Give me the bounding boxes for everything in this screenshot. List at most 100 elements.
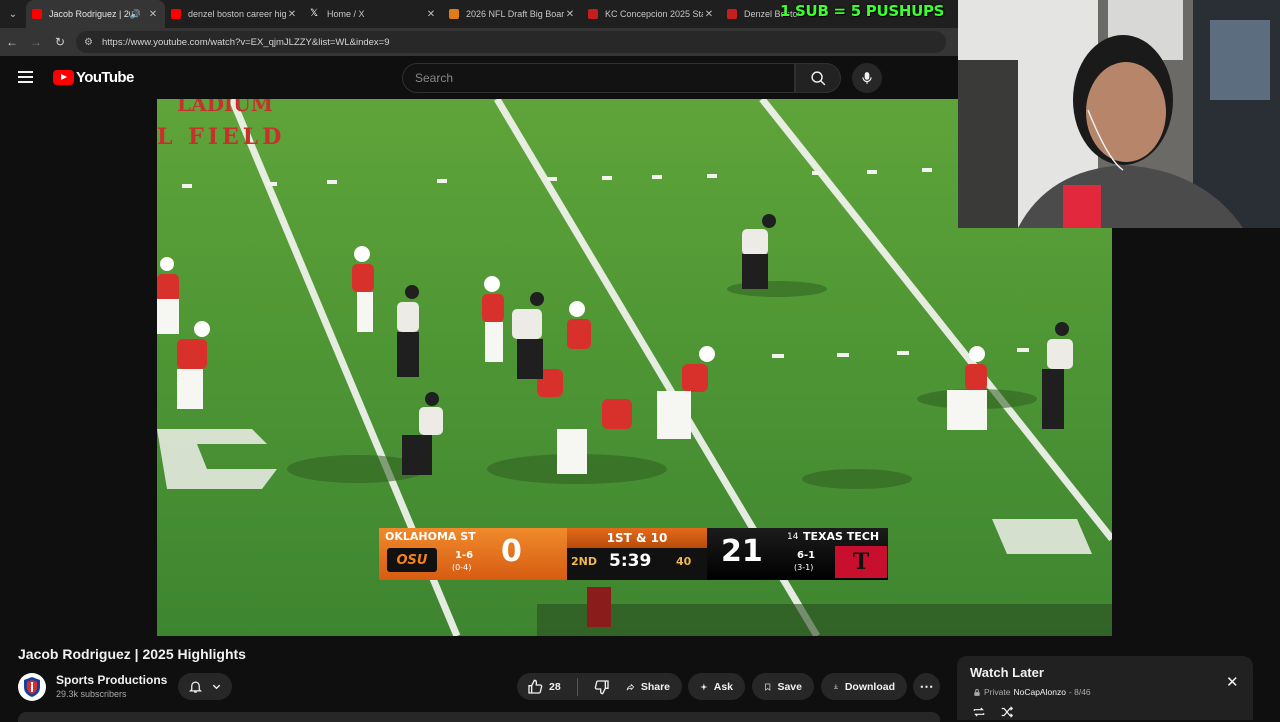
download-label: Download bbox=[844, 680, 895, 693]
tab-close-icon[interactable]: ✕ bbox=[564, 9, 576, 20]
stream-sub-banner: 1 SUB = 5 PUSHUPS bbox=[780, 2, 945, 20]
browser-tab-2[interactable]: 𝕏 Home / X ✕ bbox=[304, 0, 443, 28]
webcam-feed bbox=[958, 0, 1280, 228]
game-clock: 5:39 bbox=[609, 551, 652, 571]
away-score: 0 bbox=[501, 534, 522, 569]
draft-favicon-icon bbox=[449, 9, 459, 19]
thumbs-down-icon bbox=[594, 679, 609, 694]
home-score: 21 bbox=[721, 534, 763, 569]
search-placeholder: Search bbox=[415, 71, 454, 85]
home-conf-record: (3-1) bbox=[794, 563, 814, 572]
share-icon bbox=[626, 683, 635, 690]
like-button[interactable]: 28 bbox=[517, 673, 571, 700]
playlist-meta: Private NoCapAlonzo - 8/46 bbox=[973, 687, 1091, 697]
subscribe-notification-button[interactable] bbox=[178, 673, 232, 700]
download-button[interactable]: Download bbox=[821, 673, 907, 700]
url-field[interactable]: ⚙ https://www.youtube.com/watch?v=EX_qjm… bbox=[76, 31, 946, 53]
playlist-controls bbox=[971, 705, 1015, 719]
browser-tab-1[interactable]: denzel boston career highlights ✕ bbox=[165, 0, 304, 28]
save-label: Save bbox=[777, 680, 802, 693]
thumbs-up-icon bbox=[528, 679, 543, 694]
playlist-panel: Watch Later Private NoCapAlonzo - 8/46 ✕ bbox=[957, 656, 1253, 720]
stats-favicon-icon bbox=[588, 9, 598, 19]
like-count: 28 bbox=[549, 680, 561, 693]
microphone-icon bbox=[862, 72, 872, 84]
tab-title: Jacob Rodriguez | 2025 bbox=[49, 9, 130, 19]
texas-tech-logo: T bbox=[835, 546, 887, 578]
tab-close-icon[interactable]: ✕ bbox=[425, 9, 437, 20]
tab-title: 2026 NFL Draft Big Board bbox=[466, 9, 564, 19]
channel-avatar[interactable] bbox=[18, 673, 46, 701]
site-info-icon[interactable]: ⚙ bbox=[84, 37, 98, 48]
away-record: 1-6 bbox=[455, 550, 474, 561]
osu-logo: OSU bbox=[387, 548, 437, 572]
browser-tab-0[interactable]: Jacob Rodriguez | 2025 🔊 ✕ bbox=[26, 0, 165, 28]
browser-tab-3[interactable]: 2026 NFL Draft Big Board ✕ bbox=[443, 0, 582, 28]
forward-arrow-icon[interactable]: → bbox=[24, 28, 48, 56]
playlist-owner[interactable]: NoCapAlonzo bbox=[1013, 687, 1065, 697]
voice-search-button[interactable] bbox=[852, 63, 882, 93]
tab-close-icon[interactable]: ✕ bbox=[286, 9, 298, 20]
share-label: Share bbox=[640, 680, 670, 693]
more-actions-button[interactable]: ⋯ bbox=[913, 673, 940, 700]
search-button[interactable] bbox=[795, 63, 841, 93]
home-record: 6-1 bbox=[797, 550, 816, 561]
play-clock: 40 bbox=[676, 555, 692, 568]
ask-label: Ask bbox=[713, 680, 733, 693]
playlist-privacy: Private bbox=[984, 687, 1011, 697]
playlist-position: - 8/46 bbox=[1068, 687, 1091, 697]
home-team-name: TEXAS TECH bbox=[803, 530, 880, 543]
home-rank: 14 bbox=[787, 532, 799, 542]
chevron-down-icon bbox=[212, 684, 221, 690]
stats-favicon-icon bbox=[727, 9, 737, 19]
lock-icon bbox=[974, 688, 980, 696]
youtube-favicon-icon bbox=[32, 9, 42, 19]
sparkle-icon bbox=[700, 682, 708, 691]
like-divider bbox=[576, 677, 578, 696]
channel-subscriber-count: 29.3k subscribers bbox=[56, 689, 127, 699]
youtube-logo[interactable]: YouTube bbox=[53, 69, 134, 86]
tab-search-button[interactable]: ⌄ bbox=[0, 0, 26, 28]
ask-button[interactable]: Ask bbox=[688, 673, 745, 700]
close-icon[interactable]: ✕ bbox=[1226, 673, 1239, 691]
menu-icon[interactable] bbox=[18, 71, 33, 83]
browser-tab-4[interactable]: KC Concepcion 2025 Stats ✕ bbox=[582, 0, 721, 28]
reload-icon[interactable]: ↻ bbox=[48, 28, 72, 56]
quarter: 2ND bbox=[571, 555, 597, 568]
field-wall-text: LADIUM bbox=[177, 99, 273, 116]
description-box[interactable] bbox=[18, 712, 940, 722]
youtube-header: YouTube Search bbox=[0, 56, 958, 99]
down-distance: 1ST & 10 bbox=[567, 528, 707, 548]
tab-title: Home / X bbox=[327, 9, 365, 19]
svg-text:L FIELD: L FIELD bbox=[157, 124, 285, 150]
away-team-name: OKLAHOMA ST bbox=[385, 530, 476, 543]
playlist-title[interactable]: Watch Later bbox=[970, 665, 1044, 680]
shuffle-icon[interactable] bbox=[999, 705, 1015, 719]
url-text: https://www.youtube.com/watch?v=EX_qjmJL… bbox=[102, 36, 390, 48]
search-input[interactable]: Search bbox=[402, 63, 795, 93]
back-arrow-icon[interactable]: ← bbox=[0, 28, 24, 56]
download-icon bbox=[833, 684, 838, 689]
speaker-icon[interactable]: 🔊 bbox=[130, 9, 141, 20]
youtube-logo-text: YouTube bbox=[76, 69, 134, 86]
bookmark-icon bbox=[765, 683, 771, 691]
video-title: Jacob Rodriguez | 2025 Highlights bbox=[18, 646, 246, 662]
address-bar-row: ← → ↻ ⚙ https://www.youtube.com/watch?v=… bbox=[0, 28, 958, 56]
share-button[interactable]: Share bbox=[614, 673, 682, 700]
more-horizontal-icon: ⋯ bbox=[919, 678, 934, 694]
tab-close-icon[interactable]: ✕ bbox=[147, 9, 159, 20]
tab-close-icon[interactable]: ✕ bbox=[703, 9, 715, 20]
tab-title: KC Concepcion 2025 Stats bbox=[605, 9, 703, 19]
youtube-play-icon bbox=[53, 70, 74, 85]
search-icon bbox=[810, 70, 825, 85]
bell-icon bbox=[188, 681, 203, 693]
youtube-favicon-icon bbox=[171, 9, 181, 19]
scorebug: OKLAHOMA ST OSU 1-6 (0-4) 0 1ST & 10 2ND… bbox=[379, 528, 888, 580]
away-conf-record: (0-4) bbox=[452, 563, 472, 572]
save-button[interactable]: Save bbox=[752, 673, 814, 700]
tab-title: denzel boston career highlights bbox=[188, 9, 286, 19]
channel-name[interactable]: Sports Productions bbox=[56, 673, 167, 687]
shield-icon bbox=[24, 677, 40, 697]
loop-icon[interactable] bbox=[971, 705, 987, 719]
x-favicon-icon: 𝕏 bbox=[310, 8, 319, 19]
